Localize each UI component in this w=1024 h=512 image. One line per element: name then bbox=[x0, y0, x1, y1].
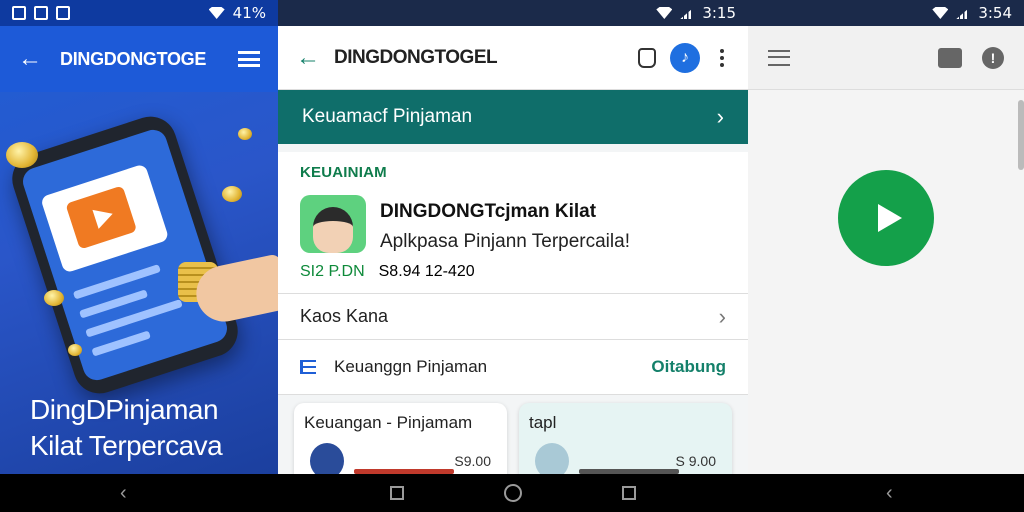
info-icon[interactable]: ! bbox=[982, 46, 1004, 69]
app-title: DINGDONGTOGEL bbox=[334, 46, 498, 68]
avatar bbox=[310, 443, 344, 474]
coin-icon bbox=[68, 344, 82, 356]
coin-icon bbox=[238, 128, 252, 140]
loan-card[interactable]: Keuangan - Pinjamam S9.00 bbox=[294, 403, 507, 474]
more-options-icon[interactable] bbox=[714, 48, 730, 67]
wifi-icon bbox=[932, 7, 949, 19]
price-label: SI2 P.DN bbox=[300, 263, 365, 280]
wifi-icon bbox=[208, 7, 225, 19]
person-icon bbox=[313, 207, 353, 253]
home-icon[interactable] bbox=[504, 484, 522, 502]
status-bar: 3:54 bbox=[748, 0, 1024, 26]
hero-headline: DingDPinjaman Kilat Terpercava bbox=[30, 394, 223, 461]
scrollbar[interactable] bbox=[1018, 100, 1024, 170]
feedback-icon[interactable] bbox=[938, 47, 962, 68]
avatar bbox=[535, 443, 569, 474]
status-time: 3:54 bbox=[978, 4, 1012, 22]
overview-icon[interactable] bbox=[622, 486, 636, 500]
bookmark-icon[interactable] bbox=[638, 47, 656, 68]
app-bar: ← DINGDONGTOGE bbox=[0, 26, 278, 92]
back-icon[interactable]: ‹ bbox=[120, 483, 127, 503]
status-bar: 41% bbox=[0, 0, 278, 26]
play-icon bbox=[65, 185, 138, 250]
play-button[interactable] bbox=[838, 170, 934, 266]
coin-icon bbox=[44, 290, 64, 306]
card-list: Keuangan - Pinjamam S9.00 tapl S 9.00 bbox=[278, 395, 748, 474]
back-arrow-icon[interactable]: ← bbox=[296, 44, 320, 72]
app-subtitle: Aplkpasa Pinjann Terpercaila! bbox=[380, 231, 630, 252]
right-screen: 3:54 ! bbox=[748, 0, 1024, 474]
overview-icon[interactable] bbox=[390, 486, 404, 500]
app-name: DINGDONGTcjman Kilat bbox=[380, 201, 597, 222]
signal-icon bbox=[956, 7, 971, 19]
status-time: 3:15 bbox=[702, 4, 736, 22]
section-title: KEUAINIAM bbox=[300, 164, 387, 181]
list-icon bbox=[300, 360, 316, 374]
signal-icon bbox=[680, 7, 695, 19]
app-bar: ! bbox=[748, 26, 1024, 90]
music-icon[interactable]: ♪ bbox=[670, 42, 700, 73]
chevron-right-icon: › bbox=[718, 303, 726, 329]
notification-icon bbox=[56, 6, 70, 20]
app-info-section: KEUAINIAM DINGDONGTcjman Kilat Aplkpasa … bbox=[278, 152, 748, 293]
back-arrow-icon[interactable]: ← bbox=[18, 45, 42, 73]
app-bar: ← DINGDONGTOGEL ♪ bbox=[278, 26, 748, 90]
phone-illustration bbox=[5, 109, 245, 401]
menu-icon[interactable] bbox=[238, 51, 260, 67]
status-bar: 3:15 bbox=[278, 0, 748, 26]
left-screen: 41% ← DINGDONGTOGE DingDPinjaman Kilat T… bbox=[0, 0, 278, 474]
menu-icon[interactable] bbox=[768, 49, 790, 66]
app-avatar bbox=[300, 195, 366, 253]
loan-card[interactable]: tapl S 9.00 bbox=[519, 403, 732, 474]
navigation-bar: ‹ ‹ bbox=[0, 474, 1024, 512]
back-icon[interactable]: ‹ bbox=[886, 483, 893, 503]
list-item-kaos-kana[interactable]: Kaos Kana › bbox=[278, 293, 748, 339]
coin-icon bbox=[6, 142, 38, 168]
loan-banner[interactable]: Keuamacf Pinjaman › bbox=[278, 90, 748, 144]
wifi-icon bbox=[656, 7, 673, 19]
chevron-right-icon: › bbox=[716, 104, 724, 129]
battery-text: 41% bbox=[232, 4, 266, 22]
price-value: S8.94 12-420 bbox=[378, 263, 475, 280]
app-title: DINGDONGTOGE bbox=[60, 48, 207, 69]
middle-screen: 3:15 ← DINGDONGTOGEL ♪ Keuamacf Pinjaman… bbox=[278, 0, 748, 474]
notification-icon bbox=[34, 6, 48, 20]
notification-icon bbox=[12, 6, 26, 20]
action-link[interactable]: Oitabung bbox=[651, 357, 726, 377]
banner-label: Keuamacf Pinjaman bbox=[302, 106, 473, 127]
coin-icon bbox=[222, 186, 242, 202]
list-item-keuangan[interactable]: Keuanggn Pinjaman Oitabung bbox=[278, 339, 748, 395]
